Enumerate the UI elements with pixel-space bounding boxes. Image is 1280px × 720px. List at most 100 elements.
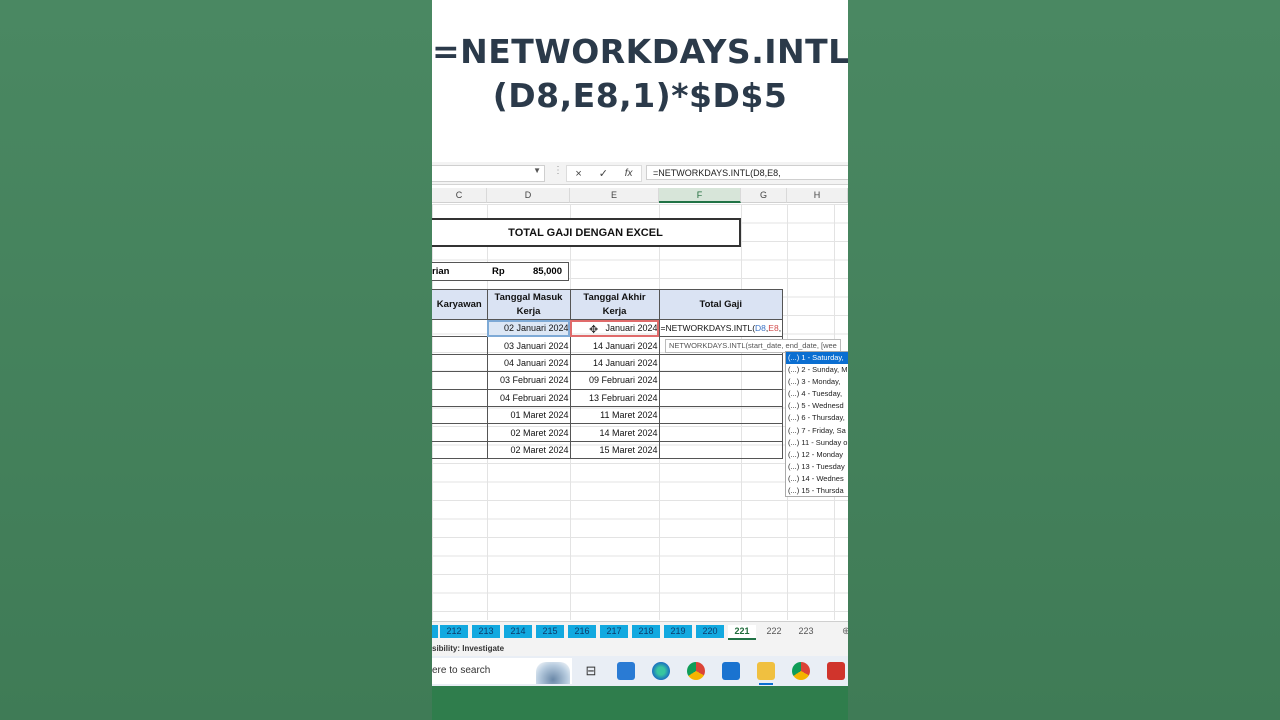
header-tanggal-akhir[interactable]: Tanggal Akhir Kerja <box>569 289 660 320</box>
weekend-option[interactable]: (...) 1 - Saturday, <box>786 352 848 365</box>
cell-d[interactable]: 02 Maret 2024 <box>486 423 571 442</box>
cell-e[interactable]: 14 Maret 2024 <box>569 423 660 442</box>
sheet-tab-222[interactable]: 222 <box>760 625 788 638</box>
cell-d[interactable]: 03 Februari 2024 <box>486 371 571 390</box>
fx-icon[interactable]: fx <box>625 168 633 179</box>
column-header-c[interactable]: C <box>432 188 487 203</box>
cell-f[interactable] <box>658 371 784 390</box>
weekend-option[interactable]: (...) 7 - Friday, Sa <box>786 425 848 437</box>
weekend-option[interactable]: (...) 15 - Thursda <box>786 485 848 496</box>
pdf-app-icon[interactable] <box>827 662 845 680</box>
name-box[interactable]: ▼ <box>432 165 545 182</box>
cell-d[interactable]: 04 Januari 2024 <box>486 353 571 373</box>
header-karyawan[interactable]: Karyawan <box>432 289 488 320</box>
weekend-option[interactable]: (...) 11 - Sunday o <box>786 437 848 449</box>
table-row: 02 Maret 2024 15 Maret 2024 <box>432 440 784 460</box>
weekend-option[interactable]: (...) 6 - Thursday, <box>786 412 848 424</box>
bottom-bar <box>432 686 848 720</box>
cell-e[interactable]: 15 Maret 2024 <box>569 440 660 460</box>
file-explorer-icon[interactable] <box>757 662 775 680</box>
chrome-icon[interactable] <box>687 662 705 680</box>
sheet-tab-216[interactable]: 216 <box>568 625 596 638</box>
chrome-icon[interactable] <box>792 662 810 680</box>
formula-buttons: × ✓ fx <box>566 165 642 182</box>
overlay-title: =NETWORKDAYS.INTL (D8,E8,1)*$D$5 <box>432 30 848 118</box>
cell-c[interactable] <box>432 405 488 425</box>
table-row: 03 Februari 2024 09 Februari 2024 <box>432 371 784 390</box>
cell-e[interactable]: 14 Januari 2024 <box>569 353 660 373</box>
chevron-down-icon[interactable]: ▼ <box>533 166 541 175</box>
taskbar-search[interactable]: ere to search <box>432 658 572 684</box>
cell-f[interactable] <box>658 440 784 460</box>
cell-e[interactable]: 09 Februari 2024 <box>569 371 660 390</box>
cell-d[interactable]: 02 Maret 2024 <box>486 440 571 460</box>
cell-f[interactable] <box>658 388 784 407</box>
header-total-gaji[interactable]: Total Gaji <box>658 289 784 320</box>
cell-d8[interactable]: 02 Januari 2024 <box>486 318 571 338</box>
header-tanggal-masuk[interactable]: Tanggal Masuk Kerja <box>486 289 571 320</box>
sheet-tabs-bar: 212 213 214 215 216 217 218 219 220 221 … <box>432 621 848 642</box>
cell-f[interactable] <box>658 353 784 373</box>
sheet-tab-partial[interactable] <box>432 625 438 638</box>
sheet-tab-218[interactable]: 218 <box>632 625 660 638</box>
cell-c[interactable] <box>432 371 488 390</box>
weekend-option[interactable]: (...) 13 - Tuesday <box>786 461 848 473</box>
column-header-f[interactable]: F <box>659 188 741 203</box>
cell-d[interactable]: 04 Februari 2024 <box>486 388 571 407</box>
cell-c[interactable] <box>432 388 488 407</box>
column-header-e[interactable]: E <box>570 188 659 203</box>
sheet-tab-220[interactable]: 220 <box>696 625 724 638</box>
sheet-tab-213[interactable]: 213 <box>472 625 500 638</box>
cell-e[interactable]: 14 Januari 2024 <box>569 336 660 355</box>
weekend-option[interactable]: (...) 12 - Monday <box>786 449 848 461</box>
cell-f[interactable] <box>658 405 784 425</box>
cell-d[interactable]: 01 Maret 2024 <box>486 405 571 425</box>
cell-c[interactable] <box>432 423 488 442</box>
cell-f8-editing[interactable]: =NETWORKDAYS.INTL(D8,E8, <box>658 318 784 338</box>
weekend-option[interactable]: (...) 3 - Monday, <box>786 376 848 388</box>
weekend-option[interactable]: (...) 5 - Wednesd <box>786 400 848 412</box>
sheet-tab-221-active[interactable]: 221 <box>728 625 756 640</box>
sheet-tab-215[interactable]: 215 <box>536 625 564 638</box>
add-sheet-icon[interactable]: ⊕ <box>842 626 848 637</box>
sheet-tab-223[interactable]: 223 <box>792 625 820 638</box>
formula-input[interactable]: =NETWORKDAYS.INTL(D8,E8, <box>646 165 848 180</box>
cancel-icon[interactable]: × <box>575 168 581 180</box>
store-icon[interactable] <box>617 662 635 680</box>
table-row: 02 Januari 2024 Januari 2024 =NETWORKDAY… <box>432 318 784 338</box>
sheet-tab-214[interactable]: 214 <box>504 625 532 638</box>
weekend-option[interactable]: (...) 2 - Sunday, M <box>786 364 848 376</box>
task-view-icon[interactable]: ⊟ <box>582 662 600 680</box>
column-header-d[interactable]: D <box>487 188 570 203</box>
column-header-g[interactable]: G <box>741 188 787 203</box>
sheet-title[interactable]: TOTAL GAJI DENGAN EXCEL <box>432 218 741 247</box>
cell-c[interactable] <box>432 353 488 373</box>
edit-prefix: =NETWORKDAYS.INTL( <box>660 323 756 334</box>
cell-e[interactable]: 13 Februari 2024 <box>569 388 660 407</box>
sheet-tab-212[interactable]: 212 <box>440 625 468 638</box>
sheet-tab-219[interactable]: 219 <box>664 625 692 638</box>
overlay-title-line2: (D8,E8,1)*$D$5 <box>492 76 788 115</box>
search-text: ere to search <box>432 665 491 676</box>
weekend-option[interactable]: (...) 14 - Wednes <box>786 473 848 485</box>
edit-ref-e8: E8 <box>768 323 779 334</box>
background-right <box>848 0 1280 720</box>
edge-icon[interactable] <box>652 662 670 680</box>
cell-e[interactable]: 11 Maret 2024 <box>569 405 660 425</box>
table-row: 04 Februari 2024 13 Februari 2024 <box>432 388 784 407</box>
rate-value: 85,000 <box>532 266 562 277</box>
mail-icon[interactable] <box>722 662 740 680</box>
cell-c[interactable] <box>432 336 488 355</box>
cell-d[interactable]: 03 Januari 2024 <box>486 336 571 355</box>
status-bar[interactable]: sibility: Investigate <box>432 642 848 656</box>
drag-handle-icon[interactable]: ⋮ <box>553 165 563 176</box>
cell-e8[interactable]: Januari 2024 <box>569 318 660 338</box>
sheet-tab-217[interactable]: 217 <box>600 625 628 638</box>
daily-rate-row[interactable]: rian Rp 85,000 <box>432 262 569 281</box>
cell-c8[interactable] <box>432 318 488 338</box>
weekend-option[interactable]: (...) 4 - Tuesday, <box>786 388 848 400</box>
enter-icon[interactable]: ✓ <box>599 167 608 180</box>
cell-c[interactable] <box>432 440 488 460</box>
cell-f[interactable] <box>658 423 784 442</box>
column-header-h[interactable]: H <box>787 188 848 203</box>
